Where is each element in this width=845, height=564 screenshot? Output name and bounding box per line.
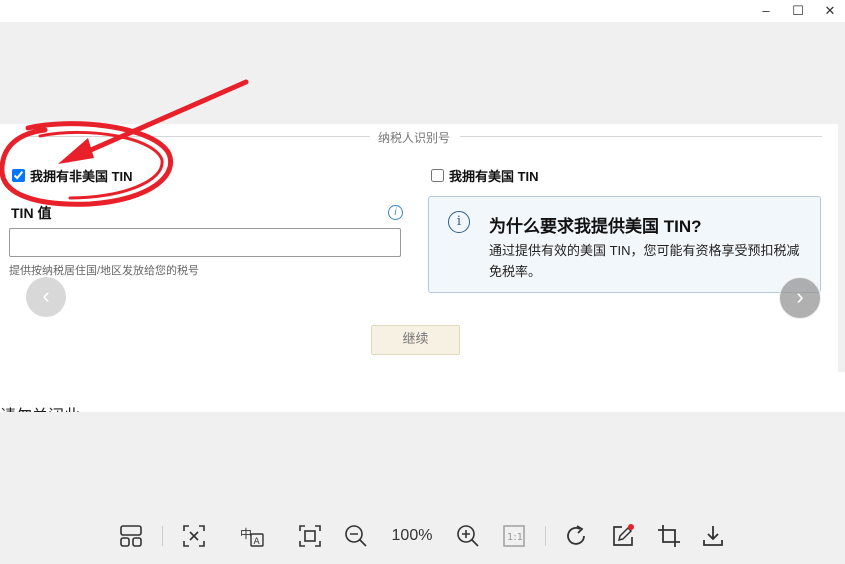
us-tin-checkbox[interactable] <box>431 169 444 182</box>
info-box-body: 通过提供有效的美国 TIN，您可能有资格享受预扣税减免税率。 <box>489 243 800 279</box>
title-bar: – ☐ ✕ <box>0 0 845 22</box>
actual-size-icon[interactable]: 1:1 <box>501 520 527 552</box>
non-us-tin-label: 我拥有非美国 TIN <box>30 169 133 184</box>
zoom-out-icon[interactable] <box>343 520 369 552</box>
page-area <box>0 372 845 412</box>
translate-icon[interactable]: 中A <box>238 520 266 552</box>
cut-off-text: 请勿关闭此.. <box>0 402 89 412</box>
info-box-title: 为什么要求我提供美国 TIN? <box>489 217 702 236</box>
zoom-level: 100% <box>388 520 436 552</box>
section-divider-right <box>460 136 822 137</box>
toolbar-separator <box>545 526 546 546</box>
edit-icon[interactable] <box>610 520 636 552</box>
tin-value-input[interactable] <box>9 228 401 257</box>
tin-value-label: TIN 值 <box>11 205 52 221</box>
section-divider-left <box>20 136 370 137</box>
minimize-button[interactable]: – <box>756 2 776 20</box>
us-tin-label: 我拥有美国 TIN <box>449 169 539 184</box>
non-us-tin-checkbox[interactable] <box>12 169 25 182</box>
download-icon[interactable] <box>700 520 726 552</box>
us-tin-option[interactable]: 我拥有美国 TIN <box>431 166 539 185</box>
crop-icon[interactable] <box>656 520 682 552</box>
zoom-in-icon[interactable] <box>455 520 481 552</box>
toolbar-separator <box>162 526 163 546</box>
layout-icon[interactable] <box>118 520 144 552</box>
ocr-icon[interactable] <box>181 520 207 552</box>
next-arrow-icon[interactable]: › <box>779 277 821 319</box>
continue-button[interactable]: 继续 <box>371 325 460 355</box>
info-icon[interactable]: i <box>388 205 403 220</box>
background-area <box>0 22 845 124</box>
section-title: 纳税人识别号 <box>378 131 451 145</box>
svg-text:中: 中 <box>240 526 252 541</box>
close-button[interactable]: ✕ <box>820 2 840 20</box>
fit-screen-icon[interactable] <box>297 520 323 552</box>
non-us-tin-option[interactable]: 我拥有非美国 TIN <box>12 166 133 185</box>
prev-arrow-icon[interactable]: ‹ <box>26 277 66 317</box>
info-circle-icon: i <box>448 211 470 233</box>
maximize-button[interactable]: ☐ <box>788 2 808 20</box>
viewer-toolbar: 中A 100% 1:1 <box>0 516 845 558</box>
actual-size-text: 1:1 <box>507 532 523 543</box>
tin-hint: 提供按纳税居住国/地区发放给您的税号 <box>9 265 200 277</box>
zoom-level-text: 100% <box>391 527 433 544</box>
rotate-icon[interactable] <box>563 520 589 552</box>
svg-text:A: A <box>254 537 261 547</box>
